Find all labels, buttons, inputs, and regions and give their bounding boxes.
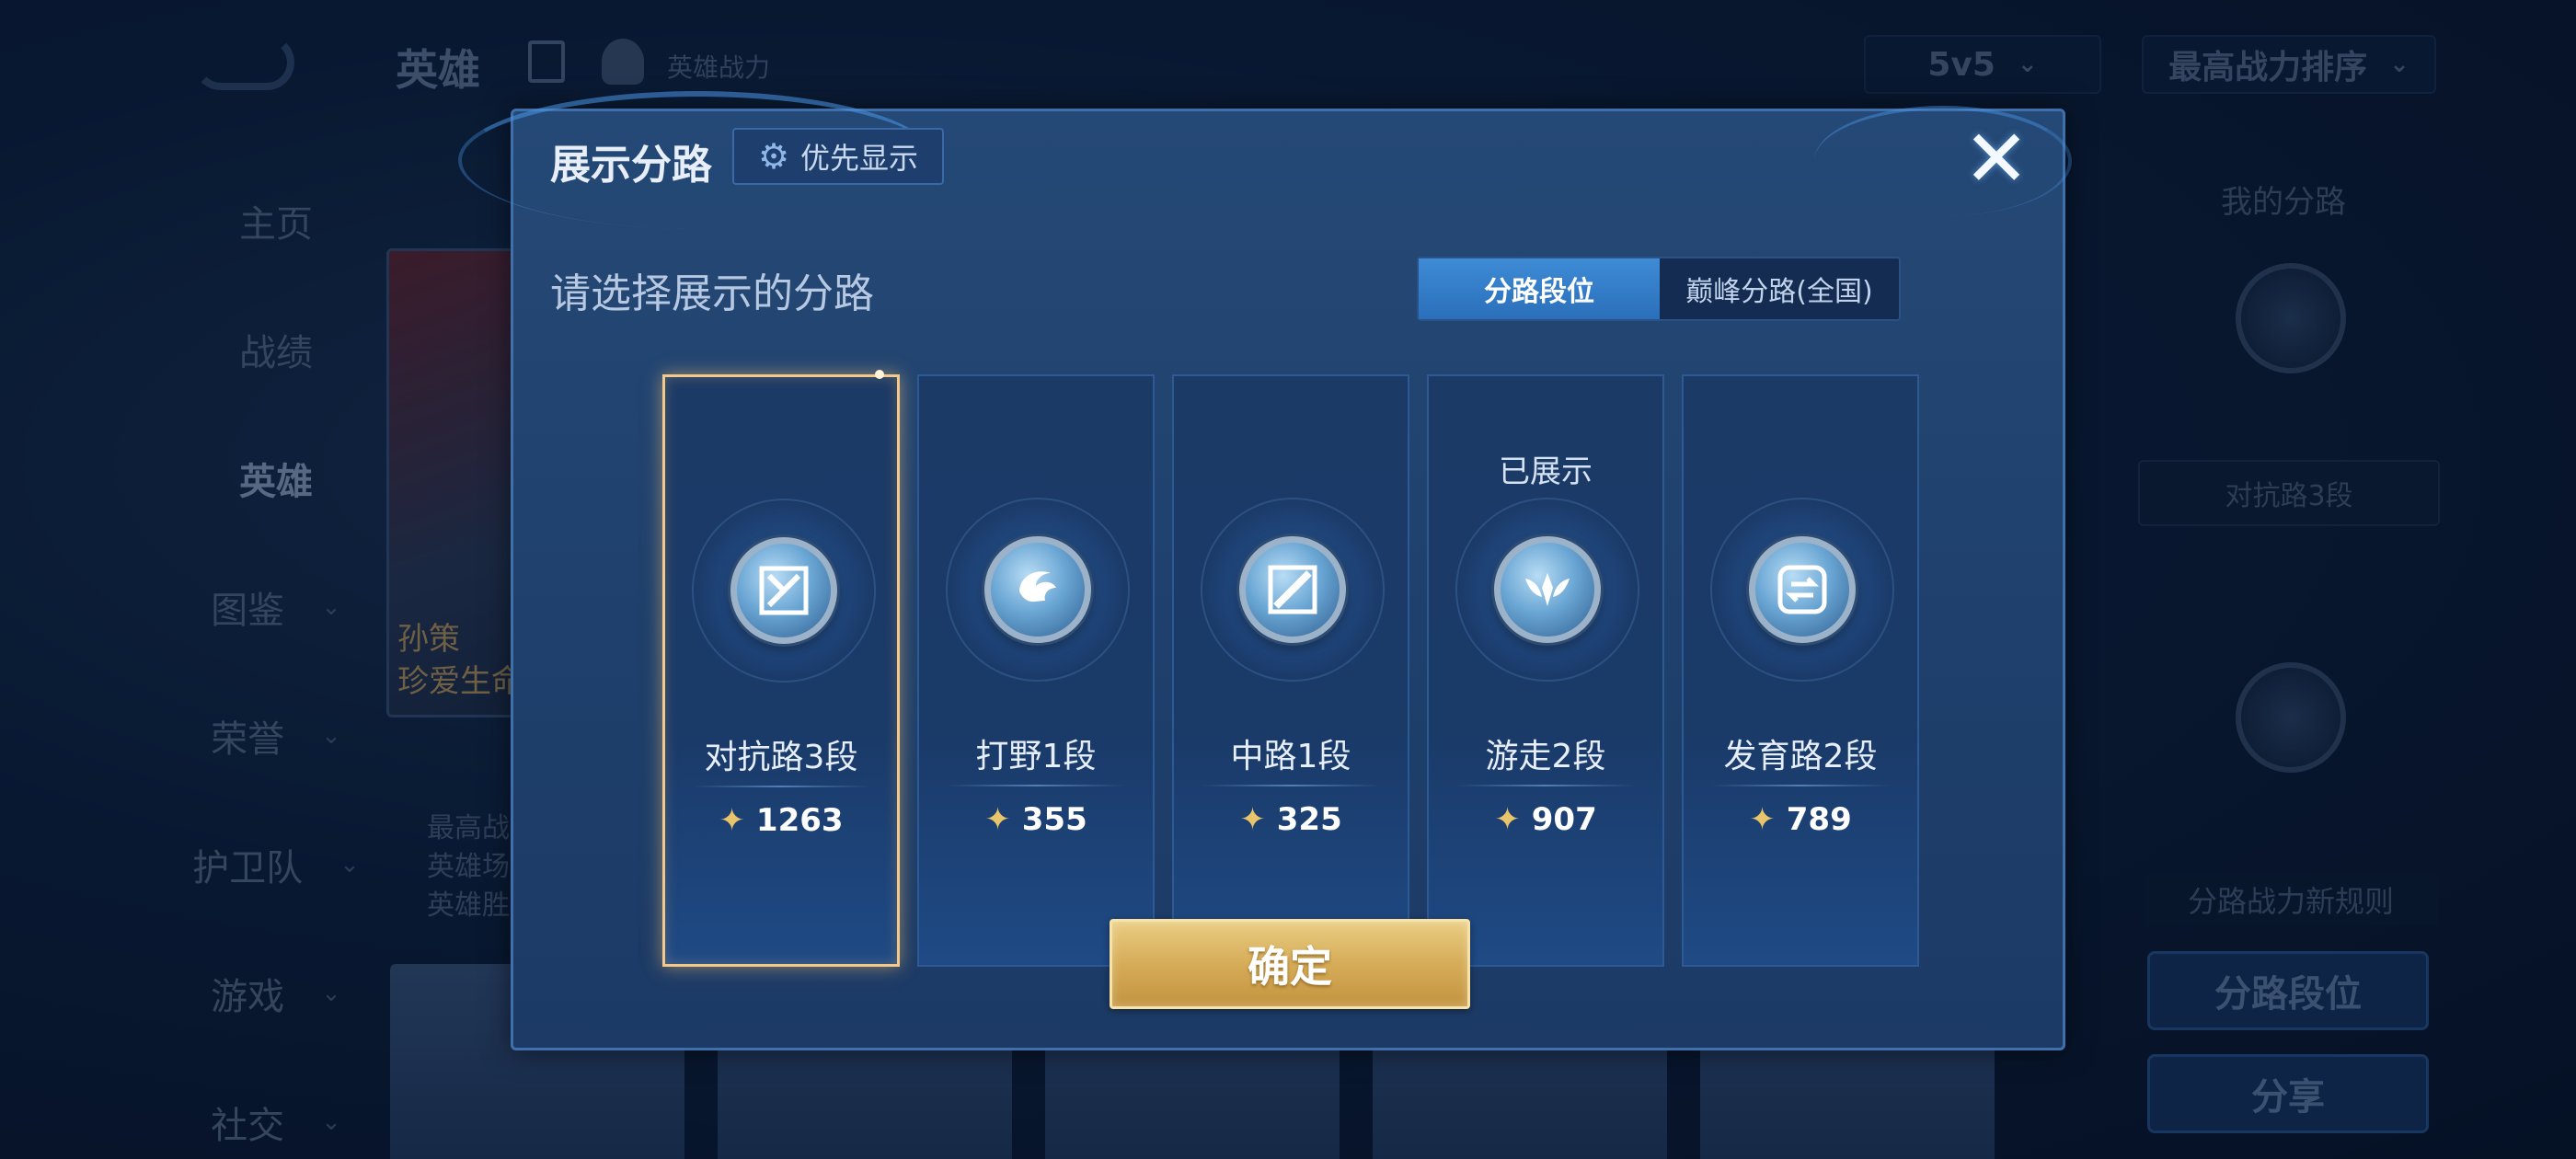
farm-lane-glyph bbox=[1777, 565, 1827, 614]
lane-name: 发育路2段 bbox=[1723, 738, 1878, 775]
gear-icon: ⚙ bbox=[757, 136, 790, 177]
power-icon: ✦ bbox=[719, 802, 745, 839]
lane-power-value: 789 bbox=[1786, 801, 1852, 838]
lane-power-value: 355 bbox=[1021, 801, 1087, 838]
lane-power-value: 907 bbox=[1531, 801, 1597, 838]
lane-divider bbox=[1202, 785, 1380, 786]
close-icon[interactable]: ✕ bbox=[1961, 120, 2031, 199]
header-swirl-decoration bbox=[1814, 106, 2072, 216]
roam-icon bbox=[1494, 536, 1601, 643]
lane-card-roam[interactable]: 已展示 游走2段 ✦ 907 bbox=[1427, 374, 1664, 967]
clash-lane-icon bbox=[730, 537, 837, 644]
power-icon: ✦ bbox=[984, 801, 1011, 838]
priority-display-label: 优先显示 bbox=[800, 141, 919, 176]
power-icon: ✦ bbox=[1749, 801, 1776, 838]
priority-display-button[interactable]: ⚙ 优先显示 bbox=[732, 128, 944, 185]
lane-name: 打野1段 bbox=[975, 738, 1097, 775]
lane-divider bbox=[1711, 785, 1890, 786]
lane-power: ✦ 789 bbox=[1684, 801, 1917, 838]
mid-lane-glyph bbox=[1268, 565, 1317, 614]
shown-tag: 已展示 bbox=[1499, 453, 1593, 490]
lane-card-jungle[interactable]: 打野1段 ✦ 355 bbox=[917, 374, 1155, 967]
lane-power: ✦ 907 bbox=[1429, 801, 1662, 838]
lane-name: 中路1段 bbox=[1230, 738, 1351, 775]
lane-power: ✦ 1263 bbox=[665, 802, 897, 839]
tab-lane-rank[interactable]: 分路段位 bbox=[1419, 258, 1660, 319]
jungle-glyph bbox=[1019, 571, 1056, 602]
lane-power-value: 1263 bbox=[755, 802, 844, 839]
jungle-icon bbox=[984, 536, 1091, 643]
lane-tabs: 分路段位 巅峰分路(全国) bbox=[1417, 257, 1901, 321]
dialog-subtitle: 请选择展示的分路 bbox=[550, 270, 874, 317]
lane-card-clash[interactable]: 对抗路3段 ✦ 1263 bbox=[662, 370, 900, 967]
lane-divider bbox=[693, 786, 869, 787]
dialog-title: 展示分路 bbox=[550, 142, 712, 189]
power-icon: ✦ bbox=[1239, 801, 1266, 838]
show-lane-dialog: 展示分路 ⚙ 优先显示 ✕ 请选择展示的分路 分路段位 巅峰分路(全国) 对抗路… bbox=[458, 91, 2072, 1050]
lane-card-mid[interactable]: 中路1段 ✦ 325 bbox=[1172, 374, 1409, 967]
tab-peak-lane-national[interactable]: 巅峰分路(全国) bbox=[1660, 258, 1899, 319]
lane-divider bbox=[1456, 785, 1635, 786]
lane-card-list: 对抗路3段 ✦ 1263 打野1段 ✦ 355 中路1段 ✦ 325 已展示 游… bbox=[662, 370, 1919, 967]
lane-power-value: 325 bbox=[1276, 801, 1342, 838]
lane-divider bbox=[947, 785, 1125, 786]
roam-glyph bbox=[1525, 573, 1570, 606]
lane-power: ✦ 355 bbox=[919, 801, 1153, 838]
mid-lane-icon bbox=[1239, 536, 1346, 643]
confirm-button[interactable]: 确定 bbox=[1110, 919, 1470, 1009]
clash-lane-glyph bbox=[759, 566, 809, 615]
lane-name: 对抗路3段 bbox=[704, 739, 858, 776]
farm-lane-icon bbox=[1749, 536, 1856, 643]
lane-card-farm[interactable]: 发育路2段 ✦ 789 bbox=[1682, 374, 1919, 967]
lane-name: 游走2段 bbox=[1485, 738, 1606, 775]
power-icon: ✦ bbox=[1494, 801, 1521, 838]
lane-power: ✦ 325 bbox=[1174, 801, 1408, 838]
